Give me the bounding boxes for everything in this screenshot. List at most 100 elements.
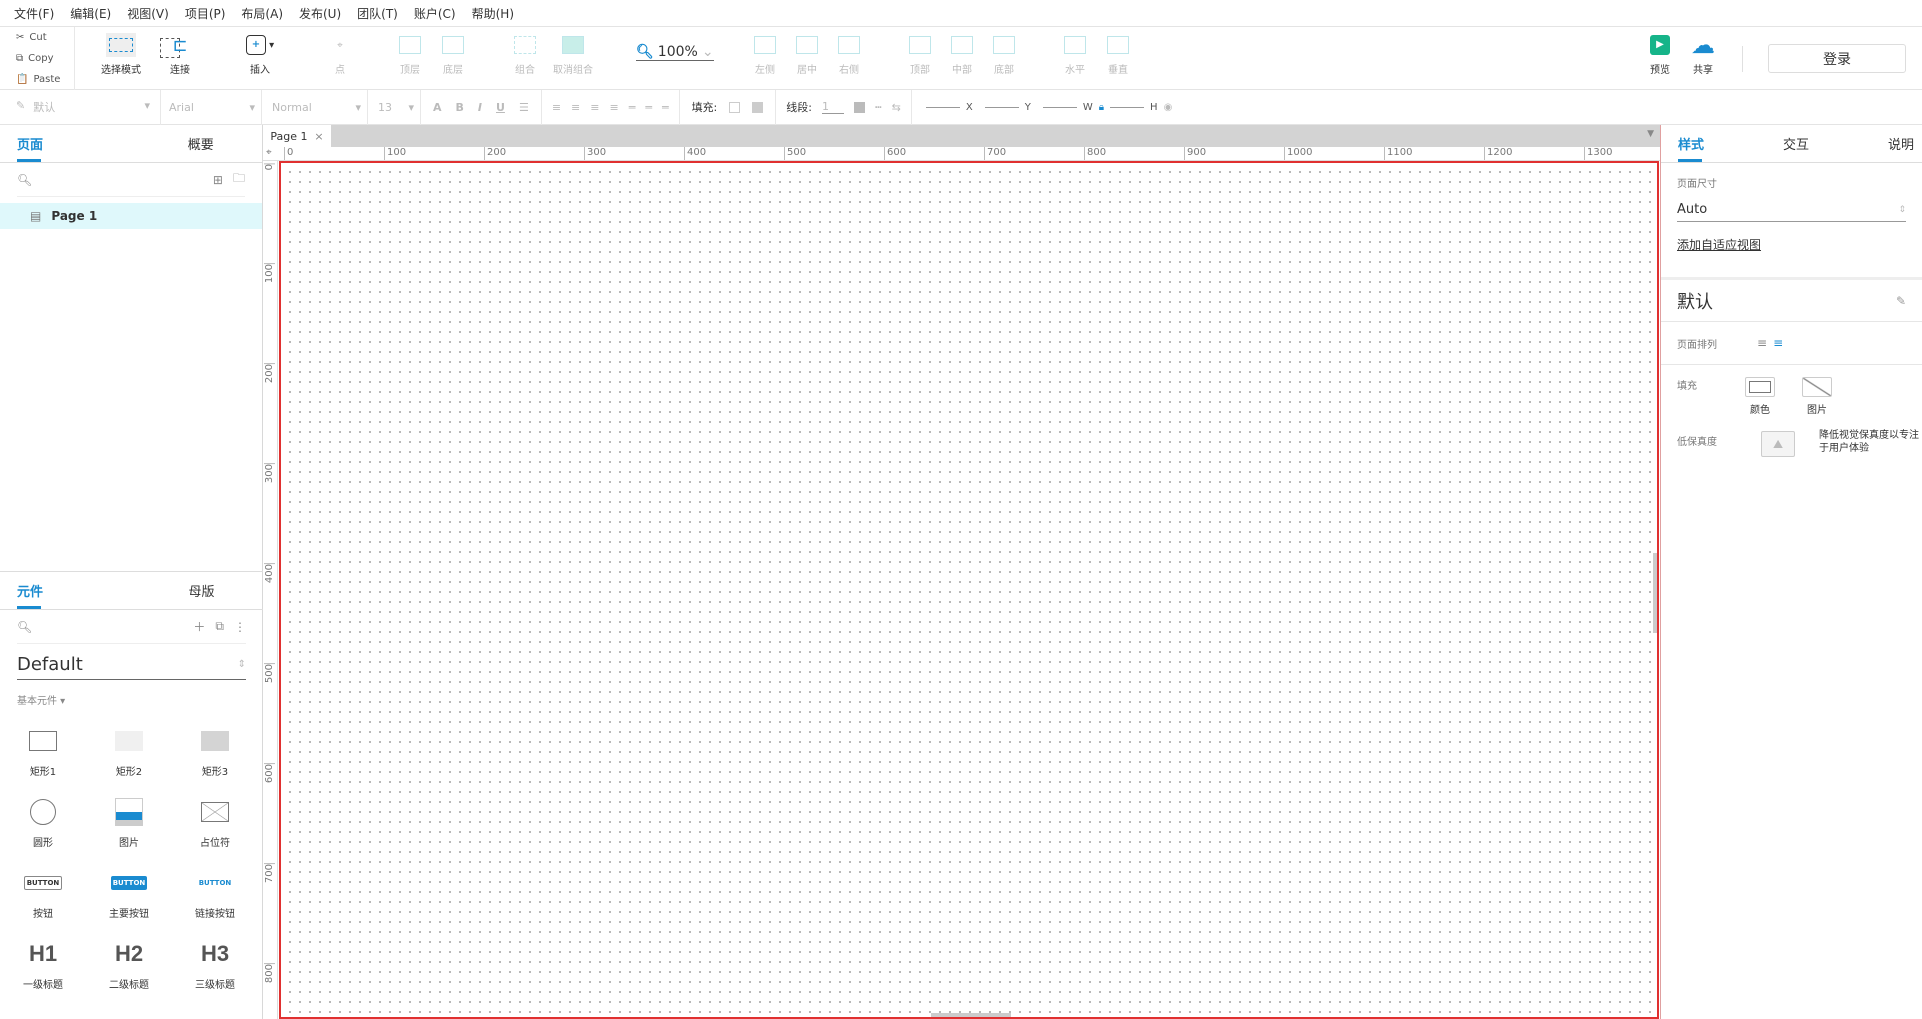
widget-placeholder[interactable]: 占位符 [172,796,258,849]
arrow-style-icon[interactable]: ⇆ [892,101,901,114]
select-mode-button[interactable]: 选择模式 [95,33,147,76]
send-to-back-button[interactable]: 底层 [428,33,478,76]
category-header[interactable]: 基本元件 ▾ [17,692,246,707]
tab-style[interactable]: 样式 [1661,125,1757,162]
ruler-tick-label: 600 [264,763,275,784]
widget-rect2[interactable]: 矩形2 [86,725,172,778]
paste-button[interactable]: 📋 Paste [0,69,74,90]
menu-account[interactable]: 账户(C) [414,5,456,22]
menu-view[interactable]: 视图(V) [127,5,169,22]
more-options-icon[interactable]: ⋮ [234,620,246,634]
fill-color-button[interactable]: 颜色 [1745,377,1775,416]
h-input[interactable] [1110,106,1145,108]
y-input[interactable] [984,106,1019,108]
tab-masters[interactable]: 母版 [140,572,263,609]
add-page-icon[interactable]: ⊞ [213,173,223,187]
menu-layout[interactable]: 布局(A) [241,5,283,22]
tab-outline[interactable]: 概要 [140,125,263,162]
widget-h1[interactable]: H1 一级标题 [0,938,86,991]
stroke-width-input[interactable]: 1 [822,100,844,114]
underline-icon[interactable]: U [496,101,505,114]
font-size-select[interactable]: 13 ▾ [368,101,420,114]
list-icon[interactable]: ☰ [519,101,529,114]
zoom-select[interactable]: 🔍︎ 100% ⌄ [636,44,714,61]
w-input[interactable] [1042,106,1077,108]
add-folder-icon[interactable]: 🗀 [233,169,245,190]
vertical-scrollbar[interactable] [1653,553,1657,633]
send-back-icon [428,33,478,57]
widget-rect3[interactable]: 矩形3 [172,725,258,778]
add-library-icon[interactable]: ＋ [193,618,205,635]
menu-team[interactable]: 团队(T) [357,5,398,22]
bold-icon[interactable]: B [456,101,464,114]
text-align-left-icon[interactable]: ≡ [552,101,561,114]
italic-icon[interactable]: I [478,101,482,114]
page-size-select[interactable]: Auto ⇕ [1677,198,1906,222]
valign-middle-icon[interactable]: ═ [645,101,652,114]
lock-icon[interactable]: 🔒︎ [1099,102,1104,113]
align-left-page-icon[interactable]: ≡ [1757,336,1767,350]
point-button[interactable]: ⌖ 点 [315,33,365,77]
widget-h3[interactable]: H3 三级标题 [172,938,258,991]
style-select[interactable]: ✎ 默认 ▾ [0,99,160,115]
font-color-icon[interactable]: A [433,101,442,114]
widget-link-button[interactable]: BUTTON 链接按钮 [172,867,258,920]
widget-image[interactable]: 图片 [86,796,172,849]
align-right-button[interactable]: 右侧 [824,33,874,76]
connect-button[interactable]: ⊏ 连接 [155,33,205,77]
canvas[interactable] [279,161,1659,1019]
ungroup-button[interactable]: 取消组合 [548,33,598,76]
copy-button[interactable]: ⧉ Copy [0,48,74,69]
tab-interactions[interactable]: 交互 [1757,125,1836,162]
align-center-page-icon[interactable]: ≡ [1773,336,1783,350]
library-copy-icon[interactable]: ⧉ [215,619,224,634]
menu-edit[interactable]: 编辑(E) [70,5,111,22]
group-button[interactable]: 组合 [500,33,550,76]
stroke-pattern-icon[interactable]: ┅ [875,101,882,114]
library-select[interactable]: Default ⇕ [17,650,246,680]
fill-color-swatch[interactable] [729,101,741,113]
search-icon[interactable]: 🔍︎ [17,620,32,634]
visibility-icon[interactable]: ◉ [1164,102,1173,113]
widget-button[interactable]: BUTTON 按钮 [0,867,86,920]
widget-h2[interactable]: H2 二级标题 [86,938,172,991]
font-weight-select[interactable]: Normal ▾ [262,101,367,114]
distribute-vertical-button[interactable]: 垂直 [1093,33,1143,76]
page-item[interactable]: ▤ Page 1 [0,203,262,229]
add-adaptive-view-link[interactable]: 添加自适应视图 [1677,236,1906,253]
ruler-tick-label: 400 [684,147,706,160]
login-button[interactable]: 登录 [1768,44,1906,73]
dist-v-label: 垂直 [1108,65,1128,76]
share-button[interactable]: ☁ 共享 [1678,31,1728,76]
tab-notes[interactable]: 说明 [1835,125,1922,162]
stroke-color-swatch[interactable] [854,101,865,113]
low-fidelity-toggle[interactable]: ⛰ [1761,431,1795,457]
tab-widgets[interactable]: 元件 [0,572,140,609]
menu-project[interactable]: 项目(P) [185,5,226,22]
tab-pages[interactable]: 页面 [0,125,140,162]
valign-top-icon[interactable]: ═ [629,101,636,114]
text-justify-icon[interactable]: ≡ [609,101,618,114]
menu-publish[interactable]: 发布(U) [299,5,341,22]
menu-help[interactable]: 帮助(H) [472,5,514,22]
text-align-right-icon[interactable]: ≡ [590,101,599,114]
x-input[interactable] [925,106,960,108]
text-align-center-icon[interactable]: ≡ [571,101,580,114]
horizontal-scrollbar[interactable] [931,1013,1011,1017]
font-select[interactable]: Arial ▾ [161,101,261,114]
insert-button[interactable]: + ▾ 插入 [235,33,285,76]
fill-image-button[interactable]: 图片 [1802,377,1832,416]
shadow-swatch[interactable] [752,101,764,113]
cut-button[interactable]: ✂ Cut [0,27,74,48]
valign-bottom-icon[interactable]: ═ [662,101,669,114]
widget-circle[interactable]: 圆形 [0,796,86,849]
widget-primary-button[interactable]: BUTTON 主要按钮 [86,867,172,920]
tab-menu-icon[interactable]: ▼ [1647,129,1654,139]
close-icon[interactable]: × [314,130,323,143]
document-tab[interactable]: Page 1 × [263,125,331,147]
search-icon[interactable]: 🔍︎ [17,173,32,187]
widget-rect1[interactable]: 矩形1 [0,725,86,778]
menu-file[interactable]: 文件(F) [14,5,54,22]
align-bottom-button[interactable]: 底部 [979,33,1029,76]
edit-style-icon[interactable]: ✎ [1896,294,1906,308]
